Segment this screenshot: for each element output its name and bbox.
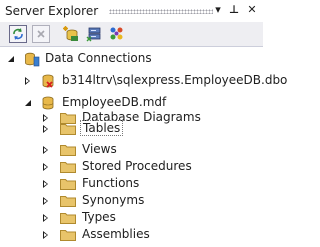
expanded-arrow-icon[interactable]	[25, 100, 31, 106]
collapsed-arrow-icon[interactable]	[43, 146, 48, 154]
collapsed-arrow-icon[interactable]	[43, 180, 48, 188]
connect-to-server-icon	[86, 27, 101, 42]
tree-node-label: Data Connections	[45, 51, 152, 65]
tree-node-label: Assemblies	[82, 227, 150, 241]
tree-node-synonyms[interactable]: Synonyms	[0, 192, 263, 210]
folder-icon	[60, 124, 76, 135]
tree-node-connection-sqlexpress[interactable]: b314ltrv\sqlexpress.EmployeeDB.dbo	[0, 72, 287, 90]
tree-node-label: Tables	[80, 120, 124, 136]
folder-icon	[60, 196, 76, 207]
pin-icon[interactable]: ⊥	[227, 3, 241, 17]
tree-node-label: Stored Procedures	[82, 159, 192, 173]
panel-title: Server Explorer	[5, 4, 99, 18]
tree-node-functions[interactable]: Functions	[0, 175, 263, 193]
expanded-arrow-icon[interactable]	[8, 56, 14, 62]
connect-to-database-button[interactable]	[62, 25, 80, 43]
title-drag-grip[interactable]	[109, 9, 213, 14]
refresh-button[interactable]	[9, 25, 27, 43]
folder-icon	[60, 145, 76, 156]
folder-icon	[60, 213, 76, 224]
tree-node-label: Views	[82, 142, 117, 156]
database-disconnected-icon	[42, 74, 54, 88]
tree-node-label: Types	[82, 210, 116, 224]
tree-node-tables[interactable]: Tables	[0, 120, 263, 138]
tree-node-types[interactable]: Types	[0, 209, 263, 227]
panel-titlebar: Server Explorer ▾ ⊥ ✕	[0, 0, 263, 23]
close-icon[interactable]: ✕	[245, 3, 259, 17]
tree-node-stored-procedures[interactable]: Stored Procedures	[0, 158, 263, 176]
dropdown-icon[interactable]: ▾	[211, 3, 225, 17]
tree-node-label: EmployeeDB.mdf	[62, 95, 167, 109]
folder-icon	[60, 162, 76, 173]
connect-to-server-button[interactable]	[85, 25, 103, 43]
folder-icon	[60, 230, 76, 241]
collapsed-arrow-icon[interactable]	[43, 197, 48, 205]
refresh-icon	[13, 28, 23, 40]
tree-node-data-connections[interactable]: Data Connections	[0, 50, 263, 68]
server-explorer-toolbar	[0, 22, 263, 47]
collapsed-arrow-icon[interactable]	[43, 125, 48, 133]
connect-to-database-icon	[63, 26, 78, 41]
tree-node-assemblies[interactable]: Assemblies	[0, 226, 263, 244]
data-connections-icon	[25, 52, 40, 67]
folder-icon	[60, 179, 76, 190]
tree-node-label: Functions	[82, 176, 140, 190]
stop-button[interactable]	[32, 25, 50, 43]
tree-node-label: Synonyms	[82, 193, 145, 207]
collapsed-arrow-icon[interactable]	[25, 77, 30, 85]
collapsed-arrow-icon[interactable]	[43, 163, 48, 171]
tree-node-views[interactable]: Views	[0, 141, 263, 159]
collapsed-arrow-icon[interactable]	[43, 214, 48, 222]
server-explorer-tree: Data Connections b314ltrv\sqlexpress.Emp…	[0, 50, 287, 247]
stop-icon	[37, 30, 45, 38]
connect-to-sharepoint-icon	[110, 27, 123, 40]
tree-node-label: b314ltrv\sqlexpress.EmployeeDB.dbo	[62, 73, 288, 87]
connect-to-sharepoint-button[interactable]	[108, 25, 126, 43]
collapsed-arrow-icon[interactable]	[43, 231, 48, 239]
